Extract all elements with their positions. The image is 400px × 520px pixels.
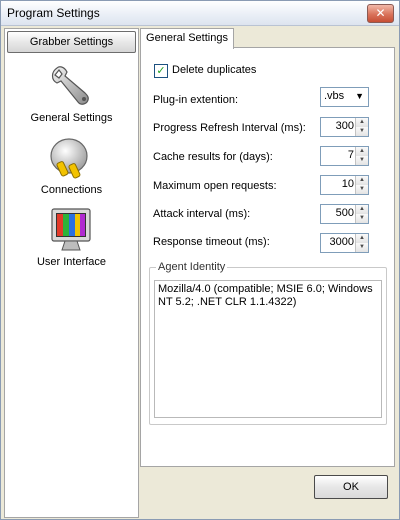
checkmark-icon: ✓ [156,65,166,77]
max-requests-value: 10 [341,178,354,190]
close-icon: ✕ [375,6,386,20]
agent-identity-legend: Agent Identity [156,261,228,273]
monitor-icon [51,208,91,251]
plugin-extension-select[interactable]: .vbs ▼ [320,87,369,107]
progress-refresh-label: Progress Refresh Interval (ms): [153,122,306,134]
nav-label-user-interface: User Interface [36,256,107,268]
progress-refresh-stepper[interactable]: 300 ▲ ▼ [320,117,369,137]
title-bar[interactable]: Program Settings ✕ [1,1,399,26]
max-requests-label: Maximum open requests: [153,180,277,192]
delete-duplicates-label: Delete duplicates [172,64,257,76]
plug-icon [50,138,88,179]
general-settings-panel: ✓ Delete duplicates Plug-in extention: .… [140,47,395,467]
window-title: Program Settings [7,6,100,20]
close-button[interactable]: ✕ [367,4,394,23]
spin-down-icon[interactable]: ▼ [356,156,368,165]
grabber-settings-header[interactable]: Grabber Settings [7,31,136,53]
agent-identity-textarea[interactable]: Mozilla/4.0 (compatible; MSIE 6.0; Windo… [154,280,382,418]
spin-down-icon[interactable]: ▼ [356,214,368,223]
plugin-extension-value: .vbs [324,90,345,102]
nav-item-user-interface[interactable]: User Interface [5,206,138,276]
nav-label-general-settings: General Settings [30,112,113,124]
agent-identity-group: Agent Identity Mozilla/4.0 (compatible; … [149,261,387,425]
attack-interval-stepper[interactable]: 500 ▲ ▼ [320,204,369,224]
settings-navigation: Grabber Settings General Settings Connec… [4,28,139,518]
ok-button[interactable]: OK [314,475,388,499]
spin-down-icon[interactable]: ▼ [356,243,368,252]
cache-results-value: 7 [347,149,354,161]
plugin-extension-label: Plug-in extention: [153,94,238,106]
nav-item-general-settings[interactable]: General Settings [5,62,138,132]
program-settings-window: Program Settings ✕ Grabber Settings Gene… [0,0,400,520]
attack-interval-label: Attack interval (ms): [153,208,251,220]
response-timeout-label: Response timeout (ms): [153,236,270,248]
attack-interval-value: 500 [335,207,354,219]
response-timeout-stepper[interactable]: 3000 ▲ ▼ [320,233,369,253]
tab-general-settings[interactable]: General Settings [140,28,234,49]
cache-results-label: Cache results for (days): [153,151,273,163]
spin-down-icon[interactable]: ▼ [356,185,368,194]
max-requests-stepper[interactable]: 10 ▲ ▼ [320,175,369,195]
response-timeout-value: 3000 [329,236,354,248]
spin-down-icon[interactable]: ▼ [356,127,368,136]
wrench-icon [51,66,89,105]
chevron-down-icon: ▼ [355,91,364,101]
cache-results-stepper[interactable]: 7 ▲ ▼ [320,146,369,166]
progress-refresh-value: 300 [335,120,354,132]
nav-label-connections: Connections [40,184,103,196]
nav-item-connections[interactable]: Connections [5,134,138,204]
delete-duplicates-checkbox[interactable]: ✓ [154,64,168,78]
